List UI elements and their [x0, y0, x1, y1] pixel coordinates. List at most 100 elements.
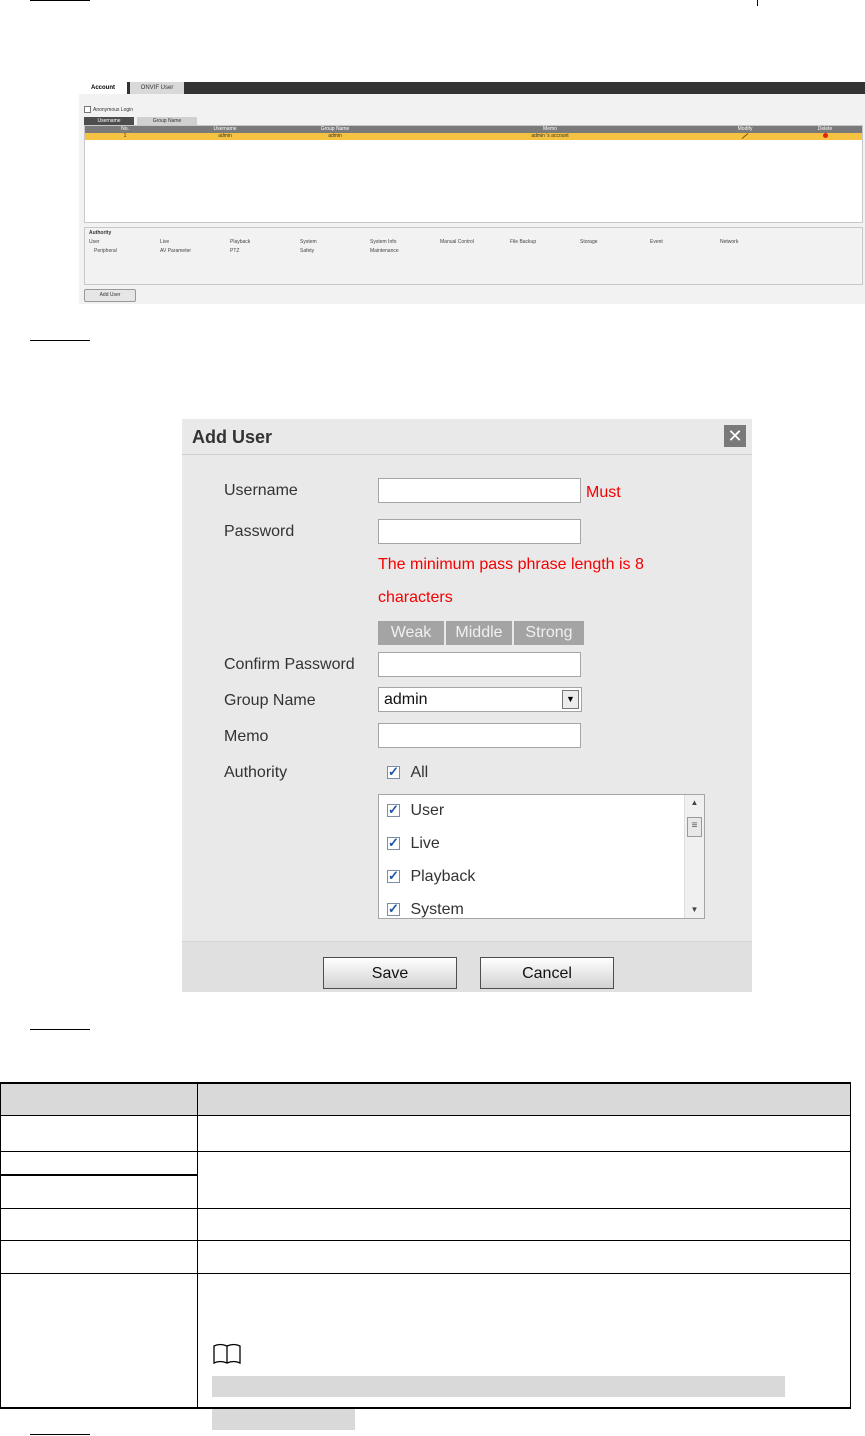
table-row[interactable]: 1 admin admin admin 's account — [85, 133, 862, 140]
strength-middle: Middle — [446, 621, 512, 645]
header-group-name: Group Name — [320, 126, 350, 132]
authority-title: Authority — [89, 230, 112, 236]
parameter-table — [0, 1082, 851, 1409]
password-hint-continued: characters — [378, 589, 453, 606]
must-indicator: Must — [586, 484, 621, 501]
add-user-dialog: Add User ✕ Username Must Password The mi… — [182, 419, 752, 992]
table-rule — [0, 1208, 851, 1209]
checkbox-checked-icon[interactable] — [387, 868, 400, 884]
checkbox-checked-icon[interactable] — [387, 764, 400, 780]
dialog-footer: Save Cancel — [182, 941, 752, 992]
note-text-placeholder — [212, 1409, 355, 1430]
memo-label: Memo — [224, 728, 269, 745]
authority-item: PTZ — [230, 248, 240, 254]
authority-item: Maintenance — [370, 248, 399, 254]
authority-item: File Backup — [510, 239, 537, 245]
username-input[interactable] — [378, 478, 581, 503]
anonymous-login-checkbox[interactable]: Anonymous Login — [84, 106, 133, 113]
memo-input[interactable] — [378, 723, 581, 748]
group-name-select[interactable]: admin ▼ — [378, 687, 582, 712]
checkbox-checked-icon[interactable] — [387, 802, 400, 818]
chevron-down-icon[interactable]: ▼ — [562, 690, 579, 709]
table-border — [0, 1082, 1, 1409]
step-marker — [30, 1029, 90, 1030]
username-label: Username — [224, 482, 298, 499]
scroll-down-icon[interactable]: ▼ — [685, 902, 704, 918]
row-memo: admin 's account — [531, 133, 569, 139]
all-label: All — [410, 764, 429, 781]
scroll-up-icon[interactable]: ▲ — [685, 795, 704, 811]
list-item[interactable]: Live — [387, 835, 440, 853]
table-rule — [0, 1273, 851, 1274]
confirm-password-label: Confirm Password — [224, 656, 355, 673]
authority-item: Event — [650, 239, 663, 245]
dialog-title: Add User — [192, 427, 273, 447]
subtab-group-name[interactable]: Group Name — [137, 117, 197, 125]
page-edge-line — [757, 0, 758, 6]
authority-item: Safety — [300, 248, 315, 254]
group-name-label: Group Name — [224, 692, 316, 709]
checkbox-icon[interactable] — [84, 106, 91, 113]
list-item[interactable]: User — [387, 802, 444, 820]
password-input[interactable] — [378, 519, 581, 544]
table-header-row — [0, 1082, 851, 1115]
authority-list: User Live Playback System ▲ ≡ ▼ — [378, 794, 705, 919]
authority-item: Network — [720, 239, 739, 245]
table-rule — [0, 1151, 851, 1152]
checkbox-checked-icon[interactable] — [387, 901, 400, 917]
strength-strong: Strong — [514, 621, 584, 645]
add-user-button[interactable]: Add User — [84, 289, 136, 302]
tab-account[interactable]: Account — [79, 82, 127, 94]
account-page-screenshot: Account ONVIF User Anonymous Login Usern… — [79, 82, 865, 304]
account-tab-bar: Account ONVIF User — [79, 82, 865, 94]
authority-item: Live — [160, 239, 170, 245]
header-username: Username — [213, 126, 237, 132]
list-item[interactable]: Playback — [387, 868, 475, 886]
scroll-thumb[interactable]: ≡ — [687, 817, 702, 837]
row-no: 1 — [123, 133, 127, 139]
table-rule — [0, 1174, 197, 1176]
authority-item-label: User — [410, 802, 445, 819]
table-border — [0, 1082, 851, 1084]
authority-panel: Authority User Live Playback System Syst… — [84, 227, 863, 285]
table-rule — [0, 1115, 851, 1116]
table-border — [850, 1082, 851, 1409]
subtab-username[interactable]: Username — [84, 117, 134, 125]
user-table: No. Username Group Name Memo Modify Dele… — [84, 125, 863, 223]
tab-onvif-user[interactable]: ONVIF User — [130, 82, 184, 94]
password-hint: The minimum pass phrase length is 8 — [378, 556, 644, 573]
authority-item: User — [89, 239, 100, 245]
header-memo: Memo — [543, 126, 557, 132]
checkbox-checked-icon[interactable] — [387, 835, 400, 851]
authority-item-label: Live — [410, 835, 440, 852]
authority-item-label: Playback — [410, 868, 476, 885]
delete-icon[interactable] — [800, 133, 850, 140]
close-icon[interactable]: ✕ — [724, 425, 746, 447]
note-book-icon — [213, 1343, 241, 1365]
modify-icon[interactable] — [720, 133, 770, 140]
header-delete: Delete — [817, 126, 833, 132]
strength-weak: Weak — [378, 621, 444, 645]
table-border — [0, 1407, 851, 1409]
header-modify: Modify — [737, 126, 753, 132]
list-scrollbar[interactable]: ▲ ≡ ▼ — [684, 795, 704, 918]
authority-label: Authority — [224, 764, 288, 781]
table-column-divider — [197, 1082, 198, 1409]
step-marker — [30, 0, 90, 1]
dialog-divider — [182, 454, 752, 455]
confirm-password-input[interactable] — [378, 652, 581, 677]
authority-item: Storage — [580, 239, 598, 245]
authority-item: Playback — [230, 239, 251, 245]
cancel-button[interactable]: Cancel — [480, 957, 614, 989]
header-no: No. — [121, 126, 129, 132]
authority-all-checkbox[interactable]: All — [387, 764, 428, 782]
table-header: No. Username Group Name Memo Modify Dele… — [85, 126, 862, 133]
authority-item-label: System — [410, 901, 464, 918]
group-name-value: admin — [384, 691, 428, 708]
save-button[interactable]: Save — [323, 957, 457, 989]
row-group-name: admin — [328, 133, 342, 139]
list-item[interactable]: System — [387, 901, 464, 918]
table-rule — [0, 1240, 851, 1241]
authority-item: Manual Control — [440, 239, 474, 245]
row-username: admin — [218, 133, 232, 139]
